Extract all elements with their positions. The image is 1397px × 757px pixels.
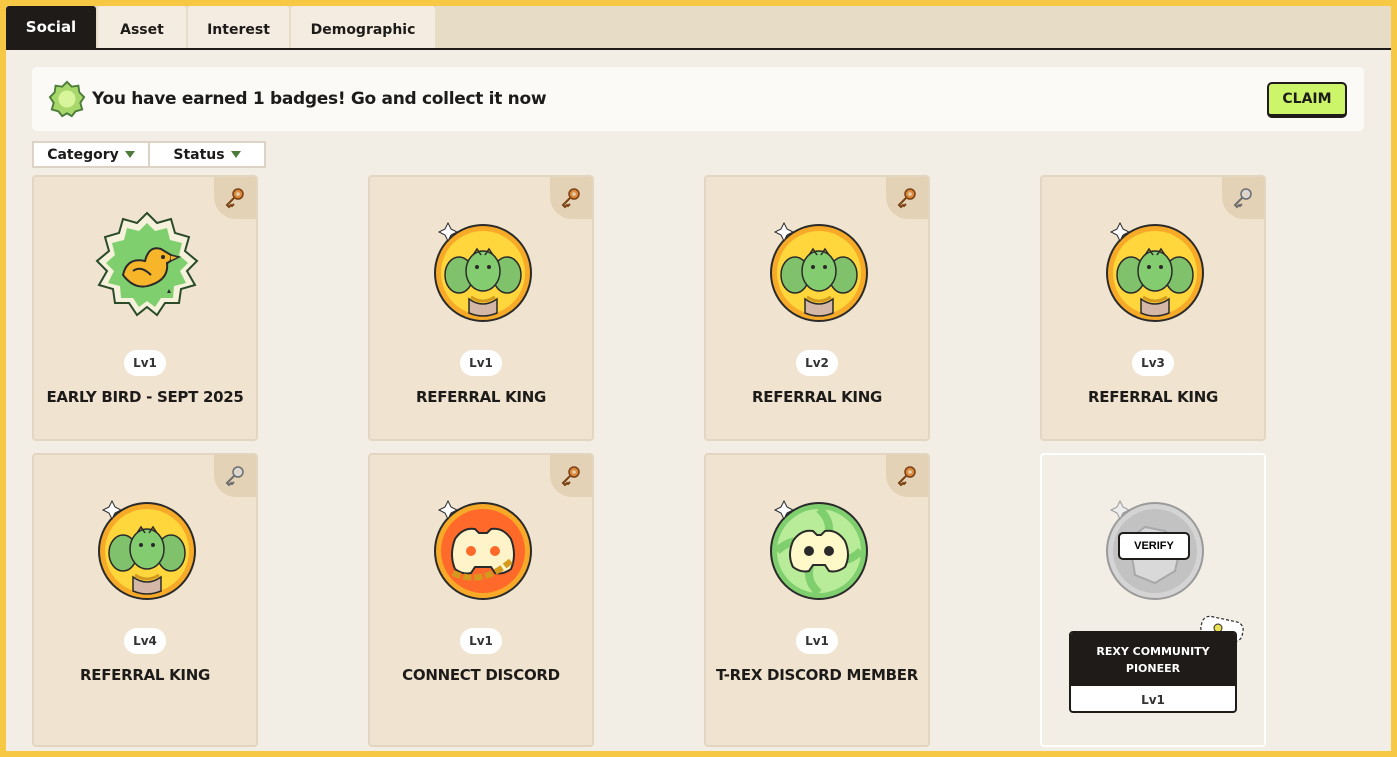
key-corner: [214, 177, 256, 219]
badge-title: EARLY BIRD - SEPT 2025: [46, 388, 244, 406]
key-corner: [550, 177, 592, 219]
verify-button[interactable]: VERIFY: [1118, 532, 1190, 560]
dino-trio-badge-icon: [770, 221, 868, 322]
bronze-key-icon: [561, 188, 580, 209]
badge-title: REFERRAL KING: [80, 666, 210, 684]
dino-trio-badge-icon: [98, 499, 196, 600]
category-filter-label: Category: [47, 146, 119, 163]
bird-badge-icon: [95, 211, 199, 317]
level-badge: Lv2: [796, 350, 838, 376]
badge-title: REXY COMMUNITY PIONEER: [1071, 633, 1235, 686]
bronze-key-icon: [561, 466, 580, 487]
silver-key-icon: [1233, 188, 1252, 209]
claim-button[interactable]: CLAIM: [1267, 82, 1347, 118]
chevron-down-icon: [124, 151, 135, 158]
tab-asset[interactable]: Asset: [98, 6, 186, 48]
badge-card[interactable]: Lv1 REFERRAL KING: [368, 175, 594, 441]
level-badge: Lv1: [796, 628, 838, 654]
badge-star-icon: [48, 80, 86, 118]
badge-title: REFERRAL KING: [416, 388, 546, 406]
earned-banner: You have earned 1 badges! Go and collect…: [32, 67, 1364, 131]
discord-chain-badge-icon: [434, 499, 532, 600]
badge-card[interactable]: Lv1 T-REX DISCORD MEMBER: [704, 453, 930, 747]
level-badge: Lv3: [1132, 350, 1174, 376]
badge-title: CONNECT DISCORD: [402, 666, 560, 684]
level-badge: Lv1: [460, 350, 502, 376]
key-corner: [1222, 177, 1264, 219]
key-corner: [550, 455, 592, 497]
bronze-key-icon: [897, 188, 916, 209]
level-badge: Lv1: [1141, 692, 1165, 707]
dino-trio-badge-icon: [434, 221, 532, 322]
badge-card[interactable]: Lv4 REFERRAL KING: [32, 453, 258, 747]
tab-bar: Social Asset Interest Demographic: [6, 6, 437, 48]
key-corner: [886, 455, 928, 497]
status-filter-label: Status: [173, 146, 225, 163]
tab-social[interactable]: Social: [6, 6, 96, 48]
badge-card[interactable]: Lv1 CONNECT DISCORD: [368, 453, 594, 747]
badges-frame: Social Asset Interest Demographic You ha…: [6, 6, 1391, 751]
category-filter[interactable]: Category: [32, 141, 150, 168]
level-badge: Lv4: [124, 628, 166, 654]
chevron-down-icon: [230, 151, 241, 158]
key-corner: [886, 177, 928, 219]
badge-detail-panel: REXY COMMUNITY PIONEER Lv1: [1069, 631, 1237, 713]
tab-interest[interactable]: Interest: [188, 6, 289, 48]
bronze-key-icon: [225, 188, 244, 209]
badge-title: REFERRAL KING: [752, 388, 882, 406]
tab-demographic[interactable]: Demographic: [291, 6, 435, 48]
bronze-key-icon: [897, 466, 916, 487]
badge-card-selected[interactable]: VERIFY REXY COMMUNITY PIONEER Lv1: [1040, 453, 1266, 747]
banner-text: You have earned 1 badges! Go and collect…: [92, 89, 547, 109]
key-corner: [214, 455, 256, 497]
level-badge: Lv1: [460, 628, 502, 654]
badge-card[interactable]: Lv2 REFERRAL KING: [704, 175, 930, 441]
status-filter[interactable]: Status: [148, 141, 266, 168]
badge-card[interactable]: Lv3 REFERRAL KING: [1040, 175, 1266, 441]
badge-title: T-REX DISCORD MEMBER: [716, 666, 918, 684]
dino-trio-badge-icon: [1106, 221, 1204, 322]
silver-key-icon: [225, 466, 244, 487]
badge-card[interactable]: Lv1 EARLY BIRD - SEPT 2025: [32, 175, 258, 441]
badge-title: REFERRAL KING: [1088, 388, 1218, 406]
level-badge: Lv1: [124, 350, 166, 376]
filter-bar: Category Status: [32, 141, 266, 168]
discord-swirl-badge-icon: [770, 499, 868, 600]
